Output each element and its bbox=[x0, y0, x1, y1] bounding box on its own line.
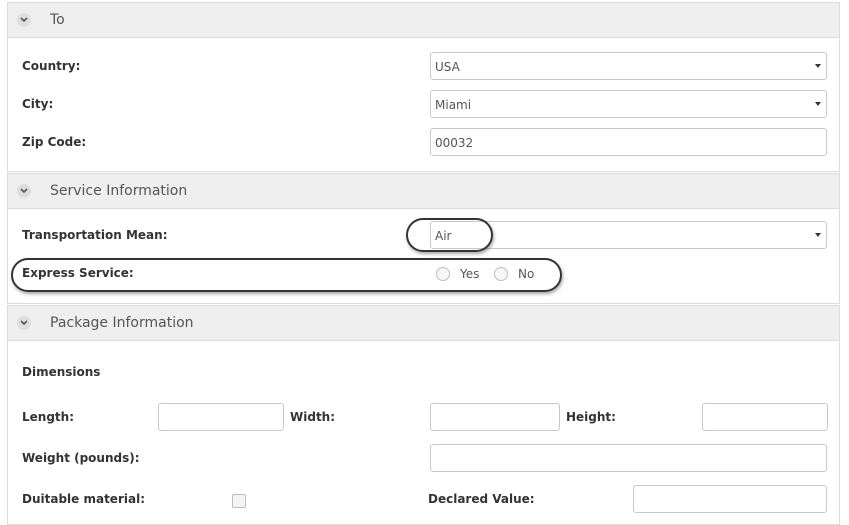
duitable-material-label: Duitable material: bbox=[22, 492, 145, 506]
declared-value-label: Declared Value: bbox=[428, 492, 535, 506]
caret-down-icon bbox=[815, 102, 821, 106]
width-input[interactable] bbox=[430, 403, 560, 431]
city-label: City: bbox=[22, 97, 54, 111]
country-select[interactable]: USA bbox=[430, 52, 827, 80]
service-panel-header[interactable]: Service Information bbox=[8, 174, 839, 209]
service-panel-title: Service Information bbox=[50, 183, 188, 199]
city-select[interactable]: Miami bbox=[430, 90, 827, 118]
chevron-down-icon[interactable] bbox=[17, 316, 31, 330]
to-panel-header[interactable]: To bbox=[8, 3, 839, 38]
country-select-value: USA bbox=[435, 60, 460, 74]
transportation-mean-label: Transportation Mean: bbox=[22, 228, 168, 242]
package-panel-header[interactable]: Package Information bbox=[8, 306, 839, 341]
length-input[interactable] bbox=[158, 403, 284, 431]
country-label: Country: bbox=[22, 59, 81, 73]
package-panel: Package Information Dimensions Length: W… bbox=[7, 305, 840, 525]
dimensions-heading: Dimensions bbox=[22, 365, 101, 379]
to-panel: To Country: USA City: Miami Zip Code: 00… bbox=[7, 2, 840, 172]
package-panel-title: Package Information bbox=[50, 315, 194, 331]
chevron-down-icon[interactable] bbox=[17, 184, 31, 198]
express-yes-radio[interactable] bbox=[436, 267, 450, 281]
express-no-label[interactable]: No bbox=[518, 267, 534, 281]
height-label: Height: bbox=[566, 410, 616, 424]
chevron-down-icon[interactable] bbox=[17, 13, 31, 27]
weight-input[interactable] bbox=[430, 444, 827, 472]
weight-label: Weight (pounds): bbox=[22, 451, 140, 465]
express-no-radio[interactable] bbox=[494, 267, 508, 281]
duitable-material-checkbox[interactable] bbox=[232, 494, 246, 508]
declared-value-input[interactable] bbox=[633, 485, 827, 513]
to-panel-title: To bbox=[50, 12, 65, 28]
service-panel: Service Information Transportation Mean:… bbox=[7, 173, 840, 304]
caret-down-icon bbox=[815, 64, 821, 68]
length-label: Length: bbox=[22, 410, 74, 424]
width-label: Width: bbox=[290, 410, 336, 424]
zip-code-input[interactable]: 00032 bbox=[430, 128, 827, 156]
transportation-mean-select[interactable]: Air bbox=[430, 221, 827, 249]
city-select-value: Miami bbox=[435, 98, 472, 112]
zip-code-label: Zip Code: bbox=[22, 135, 87, 149]
caret-down-icon bbox=[815, 233, 821, 237]
height-input[interactable] bbox=[702, 403, 828, 431]
express-yes-label[interactable]: Yes bbox=[460, 267, 479, 281]
express-service-label: Express Service: bbox=[22, 266, 134, 280]
zip-code-value: 00032 bbox=[435, 136, 474, 150]
transportation-mean-value: Air bbox=[435, 229, 452, 243]
